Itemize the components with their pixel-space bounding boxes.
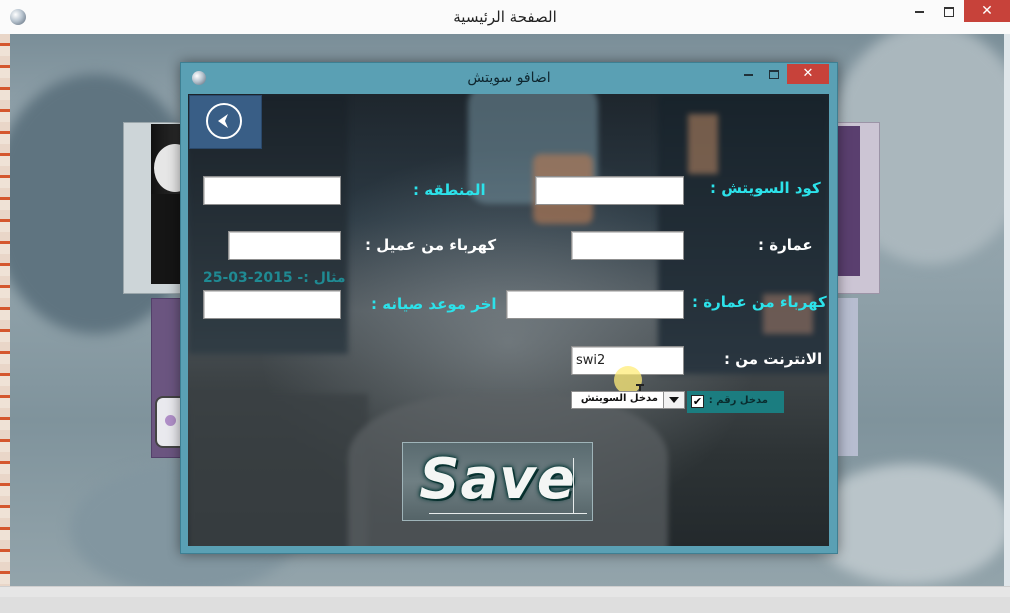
save-button[interactable]: Save xyxy=(402,442,593,521)
building-power-field[interactable] xyxy=(506,290,684,319)
internet-from-label: الانترنت من : xyxy=(724,350,823,368)
client-power-input[interactable] xyxy=(229,232,340,259)
number-input-checkbox-label: مدخل رقم : xyxy=(708,395,768,406)
region-label: المنطقه : xyxy=(413,181,486,199)
minimize-button[interactable] xyxy=(904,0,934,22)
bottom-strip-inner xyxy=(0,597,1010,613)
number-input-checkbox-panel[interactable]: ✔ مدخل رقم : xyxy=(687,391,784,413)
maximize-button[interactable] xyxy=(934,0,964,22)
toggle-dot xyxy=(165,415,176,426)
client-power-field[interactable] xyxy=(228,231,341,260)
dialog-close-button[interactable]: ✕ xyxy=(787,64,829,84)
close-button[interactable]: ✕ xyxy=(964,0,1010,22)
window-frame-right xyxy=(1004,34,1010,586)
dialog-minimize-button[interactable] xyxy=(735,64,761,84)
chevron-down-icon[interactable] xyxy=(663,392,684,408)
last-maintenance-label: اخر موعد صيانه : xyxy=(371,295,497,313)
save-button-caret xyxy=(573,458,574,514)
switch-code-input[interactable] xyxy=(536,177,683,204)
mouse-cursor-highlight xyxy=(614,366,642,394)
background-sidewalk xyxy=(188,394,368,546)
client-power-label: كهرباء من عميل : xyxy=(365,236,497,254)
add-switch-dialog: اضافو سويتش ✕ كود السويتش : المنطقه: عم… xyxy=(180,62,838,554)
switch-input-dropdown[interactable]: مدخل السويتش xyxy=(571,391,685,409)
main-window-title: الصفحة الرئيسية xyxy=(453,8,557,26)
dialog-maximize-button[interactable] xyxy=(761,64,787,84)
main-window-titlebar[interactable]: الصفحة الرئيسية ✕ xyxy=(0,0,1010,35)
building-input[interactable] xyxy=(572,232,683,259)
last-maintenance-field[interactable] xyxy=(203,290,341,319)
main-window-controls: ✕ xyxy=(904,0,1010,24)
building-field[interactable] xyxy=(571,231,684,260)
switch-code-field[interactable] xyxy=(535,176,684,205)
building-label: عمارة : xyxy=(758,236,813,254)
bottom-strip xyxy=(0,586,1010,613)
building-power-input[interactable] xyxy=(507,291,683,318)
background-blur xyxy=(810,464,1004,584)
number-input-checkbox[interactable]: ✔ xyxy=(691,395,704,408)
back-button[interactable] xyxy=(189,95,262,149)
building-power-label: كهرباء من عمارة : xyxy=(692,293,827,311)
switch-input-dropdown-value: مدخل السويتش xyxy=(580,393,658,404)
last-maintenance-input[interactable] xyxy=(204,291,340,318)
save-button-underline xyxy=(429,513,587,514)
window-frame-left xyxy=(0,34,10,586)
date-example-label: مثال :- 2015-03-25 xyxy=(203,270,346,286)
switch-code-label: كود السويتش : xyxy=(710,179,821,197)
dialog-content: كود السويتش : المنطقه : عمارة : كهرباء م… xyxy=(188,94,829,546)
background-light xyxy=(688,114,718,174)
back-arrow-icon xyxy=(206,103,242,139)
dialog-window-controls: ✕ xyxy=(735,64,829,84)
save-button-label: Save xyxy=(419,447,576,512)
dialog-titlebar[interactable]: اضافو سويتش ✕ xyxy=(181,63,837,93)
region-input[interactable] xyxy=(204,177,340,204)
region-field[interactable] xyxy=(203,176,341,205)
